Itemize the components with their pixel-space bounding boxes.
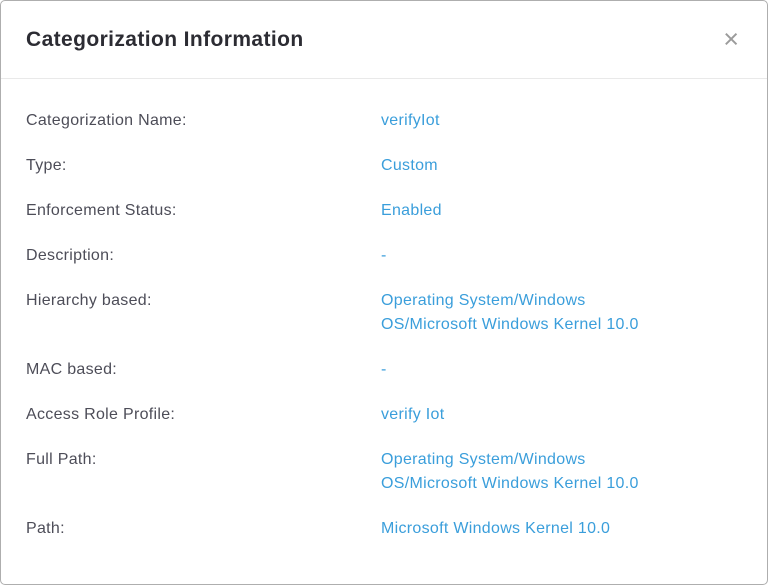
field-label: Type: bbox=[26, 154, 381, 178]
field-row: Path: Microsoft Windows Kernel 10.0 bbox=[26, 517, 742, 541]
field-row: Description: - bbox=[26, 244, 742, 268]
field-value: - bbox=[381, 244, 643, 268]
field-label: Enforcement Status: bbox=[26, 199, 381, 223]
field-label: Access Role Profile: bbox=[26, 403, 381, 427]
field-row: Hierarchy based: Operating System/Window… bbox=[26, 289, 742, 337]
field-value: - bbox=[381, 358, 643, 382]
field-label: Full Path: bbox=[26, 448, 381, 472]
field-value: Enabled bbox=[381, 199, 643, 223]
fields-list: Categorization Name: verifyIot Type: Cus… bbox=[1, 79, 767, 561]
field-row: Categorization Name: verifyIot bbox=[26, 109, 742, 133]
field-row: Type: Custom bbox=[26, 154, 742, 178]
field-value: Operating System/Windows OS/Microsoft Wi… bbox=[381, 289, 643, 337]
close-icon[interactable]: × bbox=[719, 24, 743, 55]
field-label: Path: bbox=[26, 517, 381, 541]
categorization-information-modal: Categorization Information × Categorizat… bbox=[0, 0, 768, 585]
field-value: verify Iot bbox=[381, 403, 643, 427]
field-row: Full Path: Operating System/Windows OS/M… bbox=[26, 448, 742, 496]
field-row: Access Role Profile: verify Iot bbox=[26, 403, 742, 427]
field-value: Custom bbox=[381, 154, 643, 178]
field-row: MAC based: - bbox=[26, 358, 742, 382]
field-value: Microsoft Windows Kernel 10.0 bbox=[381, 517, 643, 541]
field-label: Description: bbox=[26, 244, 381, 268]
field-value: Operating System/Windows OS/Microsoft Wi… bbox=[381, 448, 643, 496]
modal-title: Categorization Information bbox=[26, 28, 304, 52]
modal-header: Categorization Information × bbox=[1, 1, 767, 79]
field-row: Enforcement Status: Enabled bbox=[26, 199, 742, 223]
field-label: Categorization Name: bbox=[26, 109, 381, 133]
field-value: verifyIot bbox=[381, 109, 643, 133]
field-label: MAC based: bbox=[26, 358, 381, 382]
field-label: Hierarchy based: bbox=[26, 289, 381, 313]
